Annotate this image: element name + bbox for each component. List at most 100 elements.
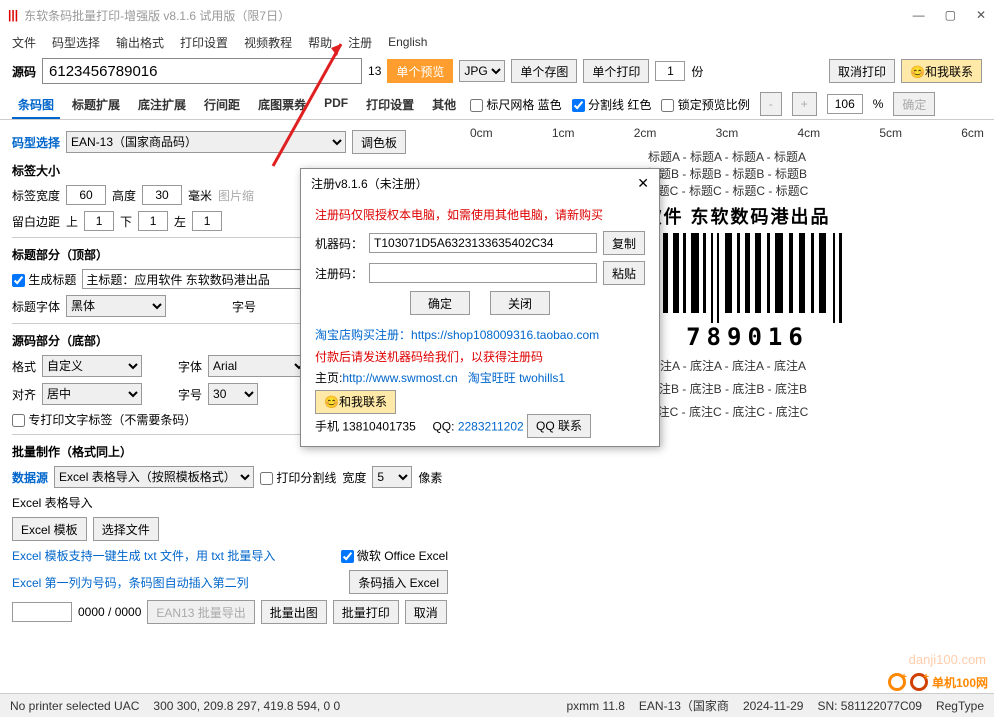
- zoom-input[interactable]: [827, 94, 863, 114]
- status-bar: No printer selected UAC 300 300, 209.8 2…: [0, 693, 994, 717]
- menu-print[interactable]: 打印设置: [180, 34, 228, 51]
- size-unit: 毫米: [188, 187, 212, 204]
- source-count: 13: [368, 64, 381, 78]
- text-only-checkbox[interactable]: 专打印文字标签（不需要条码）: [12, 411, 196, 428]
- dialog-close2-button[interactable]: 关闭: [490, 291, 550, 315]
- src-size-select[interactable]: 30: [208, 383, 258, 405]
- menu-video[interactable]: 视频教程: [244, 34, 292, 51]
- ms-office-checkbox[interactable]: 微软 Office Excel: [341, 547, 448, 564]
- menu-help[interactable]: 帮助: [308, 34, 332, 51]
- codetype-label: 码型选择: [12, 134, 60, 151]
- main-title-input[interactable]: [82, 269, 302, 289]
- window-title: 东软条码批量打印-增强版 v8.1.6 试用版（限7日）: [24, 7, 290, 24]
- zoom-confirm-button[interactable]: 确定: [893, 92, 935, 116]
- tab-pdf[interactable]: PDF: [318, 92, 354, 119]
- contact2-button[interactable]: 😊和我联系: [315, 390, 396, 414]
- src-format-label: 格式: [12, 358, 36, 375]
- site-badge: 单机100网: [888, 673, 988, 691]
- grid-checkbox[interactable]: 标尺网格 蓝色: [470, 96, 562, 113]
- copies-unit: 份: [691, 63, 703, 80]
- maximize-button[interactable]: ▢: [945, 8, 956, 22]
- tab-line-space[interactable]: 行间距: [198, 92, 246, 119]
- split-checkbox[interactable]: 分割线 红色: [572, 96, 652, 113]
- zoom-in-button[interactable]: +: [792, 92, 817, 116]
- batch-progress-input[interactable]: [12, 602, 72, 622]
- menu-codetype[interactable]: 码型选择: [52, 34, 100, 51]
- src-align-select[interactable]: 居中: [42, 383, 142, 405]
- tab-barcode[interactable]: 条码图: [12, 92, 60, 119]
- preview-button[interactable]: 单个预览: [387, 59, 453, 83]
- batch-cancel-button[interactable]: 取消: [405, 600, 447, 624]
- menu-english[interactable]: English: [388, 35, 427, 49]
- tab-bg-coupon[interactable]: 底图票券: [252, 92, 312, 119]
- tab-print-set[interactable]: 打印设置: [360, 92, 420, 119]
- label-width-label: 标签宽度: [12, 187, 60, 204]
- app-logo: |||: [8, 8, 18, 22]
- phone-text: 13810401735: [342, 419, 415, 433]
- batch-export-button[interactable]: EAN13 批量导出: [147, 600, 254, 624]
- split-line-checkbox[interactable]: 打印分割线: [260, 469, 336, 486]
- margin-top-input[interactable]: [84, 211, 114, 231]
- copy-button[interactable]: 复制: [603, 231, 645, 255]
- reg-code-input[interactable]: [369, 263, 597, 283]
- wangwang-link[interactable]: 淘宝旺旺 twohills1: [468, 371, 565, 385]
- margin-left-input[interactable]: [192, 211, 222, 231]
- menu-register[interactable]: 注册: [348, 34, 372, 51]
- site-link[interactable]: http://www.swmost.cn: [342, 371, 457, 385]
- excel-hint1[interactable]: Excel 模板支持一键生成 txt 文件，用 txt 批量导入: [12, 547, 275, 564]
- batch-image-button[interactable]: 批量出图: [261, 600, 327, 624]
- insert-excel-button[interactable]: 条码插入 Excel: [349, 570, 448, 594]
- datasource-label: 数据源: [12, 469, 48, 486]
- palette-button[interactable]: 调色板: [352, 130, 406, 154]
- format-select[interactable]: JPG: [459, 60, 505, 82]
- reg-code-label: 注册码：: [315, 265, 363, 282]
- paste-button[interactable]: 粘贴: [603, 261, 645, 285]
- status-reg: RegType: [936, 699, 984, 713]
- dialog-title: 注册v8.1.6（未注册）: [311, 175, 428, 192]
- source-input[interactable]: [42, 58, 362, 84]
- menu-file[interactable]: 文件: [12, 34, 36, 51]
- title-size-label: 字号: [232, 298, 256, 315]
- batch-print-button[interactable]: 批量打印: [333, 600, 399, 624]
- gen-title-checkbox[interactable]: 生成标题: [12, 271, 76, 288]
- batch-counter: 0000 / 0000: [78, 605, 141, 619]
- zoom-out-button[interactable]: -: [760, 92, 782, 116]
- margin-label: 留白边距: [12, 213, 60, 230]
- qq-link[interactable]: 2283211202: [458, 419, 524, 433]
- contact-button[interactable]: 😊和我联系: [901, 59, 982, 83]
- copies-input[interactable]: [655, 61, 685, 81]
- dialog-ok-button[interactable]: 确定: [410, 291, 470, 315]
- excel-hint2[interactable]: Excel 第一列为号码，条码图自动插入第二列: [12, 574, 249, 591]
- src-font-select[interactable]: Arial: [208, 355, 308, 377]
- excel-import-label: Excel 表格导入: [12, 494, 448, 511]
- title-font-select[interactable]: 黑体: [66, 295, 166, 317]
- register-dialog: 注册v8.1.6（未注册） ✕ 注册码仅限授权本电脑，如需使用其他电脑，请新购买…: [300, 168, 660, 447]
- choose-file-button[interactable]: 选择文件: [93, 517, 159, 541]
- machine-code-input[interactable]: [369, 233, 597, 253]
- status-sn: SN: 581122077C09: [817, 699, 922, 713]
- label-height-input[interactable]: [142, 185, 182, 205]
- menu-output[interactable]: 输出格式: [116, 34, 164, 51]
- margin-bottom-input[interactable]: [138, 211, 168, 231]
- src-align-label: 对齐: [12, 386, 36, 403]
- shop-link[interactable]: https://shop108009316.taobao.com: [411, 328, 599, 342]
- split-width-select[interactable]: 5: [372, 466, 412, 488]
- label-width-input[interactable]: [66, 185, 106, 205]
- title-font-label: 标题字体: [12, 298, 60, 315]
- src-format-select[interactable]: 自定义: [42, 355, 142, 377]
- tab-title-ext[interactable]: 标题扩展: [66, 92, 126, 119]
- save-image-button[interactable]: 单个存图: [511, 59, 577, 83]
- minimize-button[interactable]: —: [913, 8, 925, 22]
- codetype-select[interactable]: EAN-13（国家商品码）: [66, 131, 346, 153]
- qq-contact-button[interactable]: QQ 联系: [527, 414, 591, 438]
- datasource-select[interactable]: Excel 表格导入（按照模板格式）: [54, 466, 254, 488]
- print-one-button[interactable]: 单个打印: [583, 59, 649, 83]
- image-zoom-label: 图片缩: [218, 187, 254, 204]
- tab-other[interactable]: 其他: [426, 92, 462, 119]
- lock-checkbox[interactable]: 锁定预览比例: [661, 96, 749, 113]
- close-button[interactable]: ✕: [976, 8, 986, 22]
- dialog-close-button[interactable]: ✕: [637, 175, 649, 192]
- excel-template-button[interactable]: Excel 模板: [12, 517, 87, 541]
- tab-foot-ext[interactable]: 底注扩展: [132, 92, 192, 119]
- cancel-print-button[interactable]: 取消打印: [829, 59, 895, 83]
